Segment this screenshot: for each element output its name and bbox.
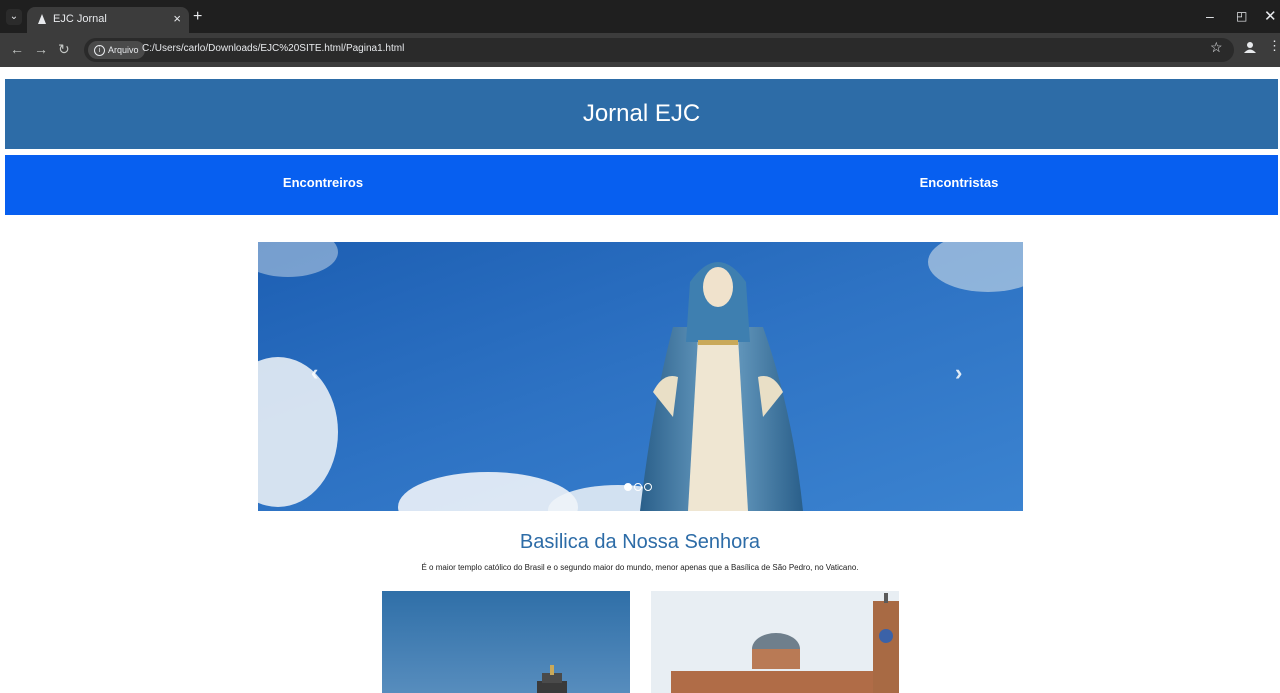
minimize-icon[interactable]: – — [1206, 8, 1214, 24]
site-info-chip[interactable]: i Arquivo — [88, 41, 145, 59]
basilica-photo-2 — [651, 591, 899, 693]
nav-link-encontristas[interactable]: Encontristas — [641, 155, 1277, 215]
restore-icon[interactable]: ◰ — [1236, 9, 1247, 23]
reload-icon[interactable]: ↻ — [58, 41, 70, 58]
chip-label: Arquivo — [108, 45, 139, 55]
browser-tab-bar: ⌄ EJC Jornal × + – ◰ ✕ — [0, 0, 1280, 33]
carousel-prev-icon[interactable]: ‹ — [311, 360, 318, 386]
site-nav: Encontreiros Encontristas — [5, 155, 1278, 215]
menu-kebab-icon[interactable]: ⋮ — [1268, 38, 1280, 54]
carousel-indicators — [624, 478, 664, 491]
carousel-indicator[interactable] — [644, 483, 652, 491]
browser-tab[interactable]: EJC Jornal × — [27, 7, 189, 33]
image-carousel: ‹ › — [258, 242, 1023, 511]
carousel-indicator[interactable] — [624, 483, 632, 491]
feature-title: Basilica da Nossa Senhora — [519, 531, 761, 553]
forward-icon[interactable]: → — [34, 41, 48, 57]
carousel-indicator[interactable] — [634, 483, 642, 491]
carousel-slide-image — [258, 242, 1023, 511]
site-header: Jornal EJC — [5, 79, 1278, 149]
close-window-icon[interactable]: ✕ — [1264, 7, 1277, 25]
feature-description: É o maior templo católico do Brasil e o … — [421, 563, 859, 572]
site-favicon-icon — [38, 14, 46, 24]
carousel-next-icon[interactable]: › — [955, 360, 962, 386]
info-icon: i — [94, 45, 105, 57]
back-icon[interactable]: ← — [10, 41, 24, 57]
bookmark-star-icon[interactable]: ☆ — [1210, 39, 1223, 56]
browser-toolbar: ← → ↻ i Arquivo C:/Users/carlo/Downloads/… — [0, 33, 1280, 67]
url-text: C:/Users/carlo/Downloads/EJC%20SITE.html… — [142, 43, 405, 54]
tab-title: EJC Jornal — [53, 13, 107, 25]
profile-icon[interactable] — [1243, 40, 1257, 54]
nav-link-encontreiros[interactable]: Encontreiros — [5, 155, 641, 215]
tab-close-icon[interactable]: × — [173, 11, 181, 26]
page-viewport: Jornal EJC Encontreiros Encontristas ‹ ›… — [0, 67, 1280, 693]
address-bar[interactable]: i Arquivo C:/Users/carlo/Downloads/EJC%20… — [84, 38, 1234, 62]
tab-search-button[interactable]: ⌄ — [6, 9, 22, 25]
new-tab-button[interactable]: + — [193, 8, 202, 26]
basilica-photo-1 — [382, 591, 630, 693]
